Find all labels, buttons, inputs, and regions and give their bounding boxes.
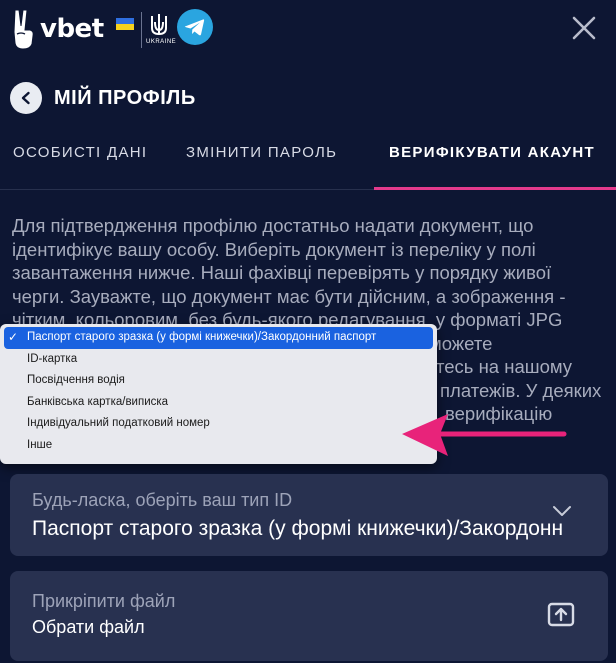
ukraine-flag-icon xyxy=(116,18,134,30)
header: vbet UKRAINE xyxy=(0,0,616,62)
id-type-value: Паспорт старого зразка (у формі книжечки… xyxy=(32,517,562,540)
option-label: Посвідчення водія xyxy=(27,374,125,386)
option-label: Паспорт старого зразка (у формі книжечки… xyxy=(27,331,377,343)
pink-arrow-annotation xyxy=(402,414,567,456)
trident-icon xyxy=(151,14,167,36)
description-line: Для підтвердження профілю достатньо нада… xyxy=(12,215,534,236)
option-tax-number[interactable]: Індивідуальний податковий номер xyxy=(0,413,437,435)
id-type-options-list: ✓ Паспорт старого зразка (у формі книжеч… xyxy=(0,324,437,464)
option-passport[interactable]: ✓ Паспорт старого зразка (у формі книжеч… xyxy=(4,327,433,349)
option-driver-license[interactable]: Посвідчення водія xyxy=(0,370,437,392)
option-label: Інше xyxy=(27,438,53,451)
tab-personal-data[interactable]: ОСОБИСТІ ДАНІ xyxy=(13,144,147,190)
active-tab-indicator xyxy=(374,187,616,190)
victory-hand-icon[interactable] xyxy=(8,8,38,50)
option-label: Банківська картка/виписка xyxy=(27,395,169,408)
page-title: МІЙ ПРОФІЛЬ xyxy=(54,86,196,109)
checkmark-icon: ✓ xyxy=(8,330,19,344)
option-label: ID-картка xyxy=(27,352,78,365)
chevron-down-icon xyxy=(553,506,571,516)
page-title-row: МІЙ ПРОФІЛЬ xyxy=(10,80,196,116)
telegram-icon[interactable] xyxy=(177,9,213,45)
attach-file-field[interactable]: Прикріпити файл Обрати файл xyxy=(10,571,608,661)
description-line: черги. Зауважте, що документ має бути ді… xyxy=(12,285,566,307)
brand-logo[interactable]: vbet xyxy=(40,14,104,44)
close-icon[interactable] xyxy=(566,10,602,46)
back-button[interactable] xyxy=(10,82,42,114)
ukraine-label: UKRAINE xyxy=(146,39,177,45)
description-line: ідентифікує вашу особу. Виберіть докумен… xyxy=(12,238,536,260)
option-id-card[interactable]: ID-картка xyxy=(0,349,437,371)
upload-icon[interactable] xyxy=(546,599,576,629)
option-bank-card[interactable]: Банківська картка/виписка xyxy=(0,392,437,414)
id-type-select[interactable]: Будь-ласка, оберіть ваш тип ID Паспорт с… xyxy=(10,474,608,556)
profile-tabs: ОСОБИСТІ ДАНІ ЗМІНИТИ ПАРОЛЬ ВЕРИФІКУВАТ… xyxy=(0,130,616,190)
tab-verify-account[interactable]: ВЕРИФІКУВАТИ АКАУНТ xyxy=(389,144,595,190)
option-other[interactable]: Інше xyxy=(0,435,437,457)
header-divider xyxy=(141,12,142,48)
option-label: Індивідуальний податковий номер xyxy=(27,417,210,429)
attach-file-label: Прикріпити файл xyxy=(32,591,176,611)
id-type-label: Будь-ласка, оберіть ваш тип ID xyxy=(32,490,293,510)
choose-file-button[interactable]: Обрати файл xyxy=(32,617,145,638)
tab-change-password[interactable]: ЗМІНИТИ ПАРОЛЬ xyxy=(186,144,337,190)
description-line: завантаження нижче. Наші фахівці перевір… xyxy=(12,262,552,283)
chevron-left-icon xyxy=(21,91,30,105)
